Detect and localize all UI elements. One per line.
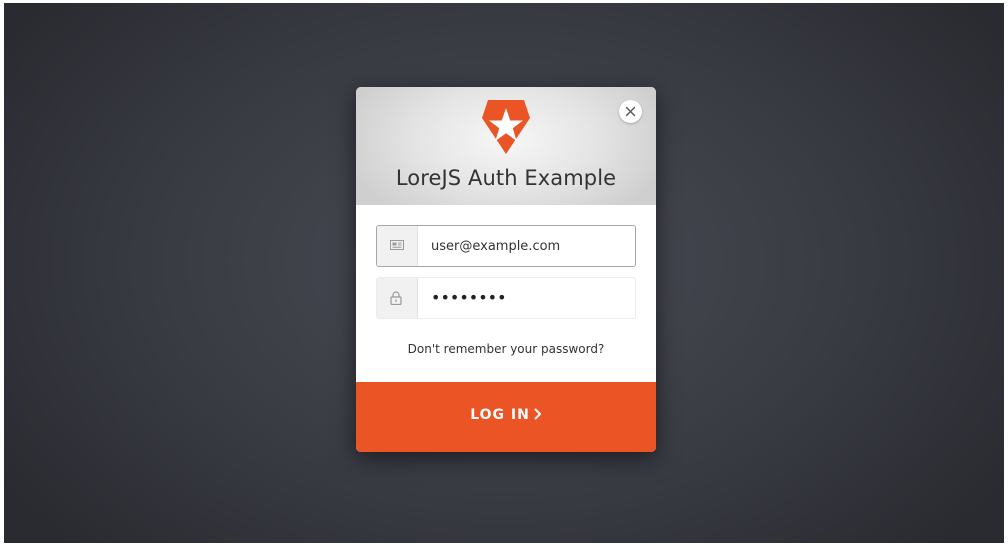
email-field[interactable] <box>376 225 636 267</box>
close-button[interactable] <box>619 100 642 123</box>
login-dialog: LoreJS Auth Example •••• <box>356 87 656 452</box>
envelope-icon <box>390 240 404 250</box>
login-button-label-row: LOG IN <box>356 407 656 424</box>
email-field-icon-box <box>377 226 418 266</box>
auth0-shield-star-icon <box>482 100 530 154</box>
forgot-password-link[interactable]: Don't remember your password? <box>356 342 656 356</box>
dialog-header: LoreJS Auth Example <box>356 87 656 205</box>
password-field-icon-box <box>377 278 418 318</box>
password-input[interactable]: •••••••• <box>431 278 627 318</box>
email-input[interactable] <box>431 226 627 266</box>
close-icon <box>625 106 636 117</box>
dialog-title: LoreJS Auth Example <box>395 166 617 190</box>
login-button-label: LOG IN <box>470 407 530 423</box>
password-field[interactable]: •••••••• <box>376 277 636 319</box>
login-button[interactable]: LOG IN <box>356 382 656 452</box>
lock-icon <box>390 291 402 305</box>
chevron-right-icon <box>534 408 542 424</box>
